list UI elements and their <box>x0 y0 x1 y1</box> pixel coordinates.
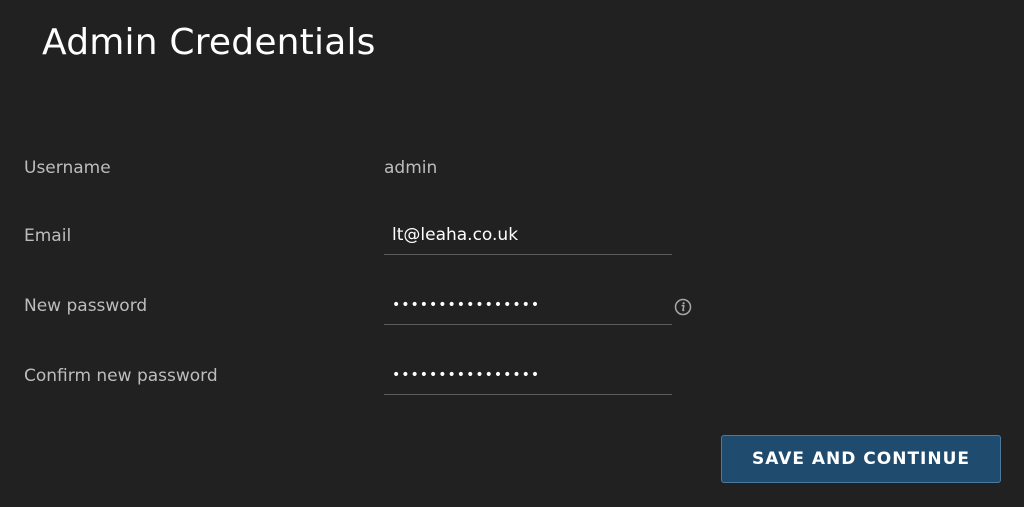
confirm-password-field[interactable] <box>384 358 672 392</box>
new-password-field-wrapper <box>384 288 672 325</box>
confirm-password-label: Confirm new password <box>24 366 218 386</box>
email-row: Email <box>0 218 1024 258</box>
email-field-wrapper <box>384 218 672 255</box>
confirm-password-field-wrapper <box>384 358 672 395</box>
new-password-label: New password <box>24 296 148 316</box>
email-label: Email <box>24 226 72 246</box>
info-icon[interactable] <box>674 298 692 316</box>
new-password-row: New password <box>0 288 1024 328</box>
email-field[interactable] <box>384 218 672 252</box>
new-password-field[interactable] <box>384 288 672 322</box>
save-and-continue-button[interactable]: SAVE AND CONTINUE <box>721 435 1001 483</box>
username-label: Username <box>24 158 111 178</box>
confirm-password-row: Confirm new password <box>0 358 1024 398</box>
username-value: admin <box>384 158 438 178</box>
username-row: Username admin <box>0 150 1024 190</box>
page-title: Admin Credentials <box>42 22 376 63</box>
